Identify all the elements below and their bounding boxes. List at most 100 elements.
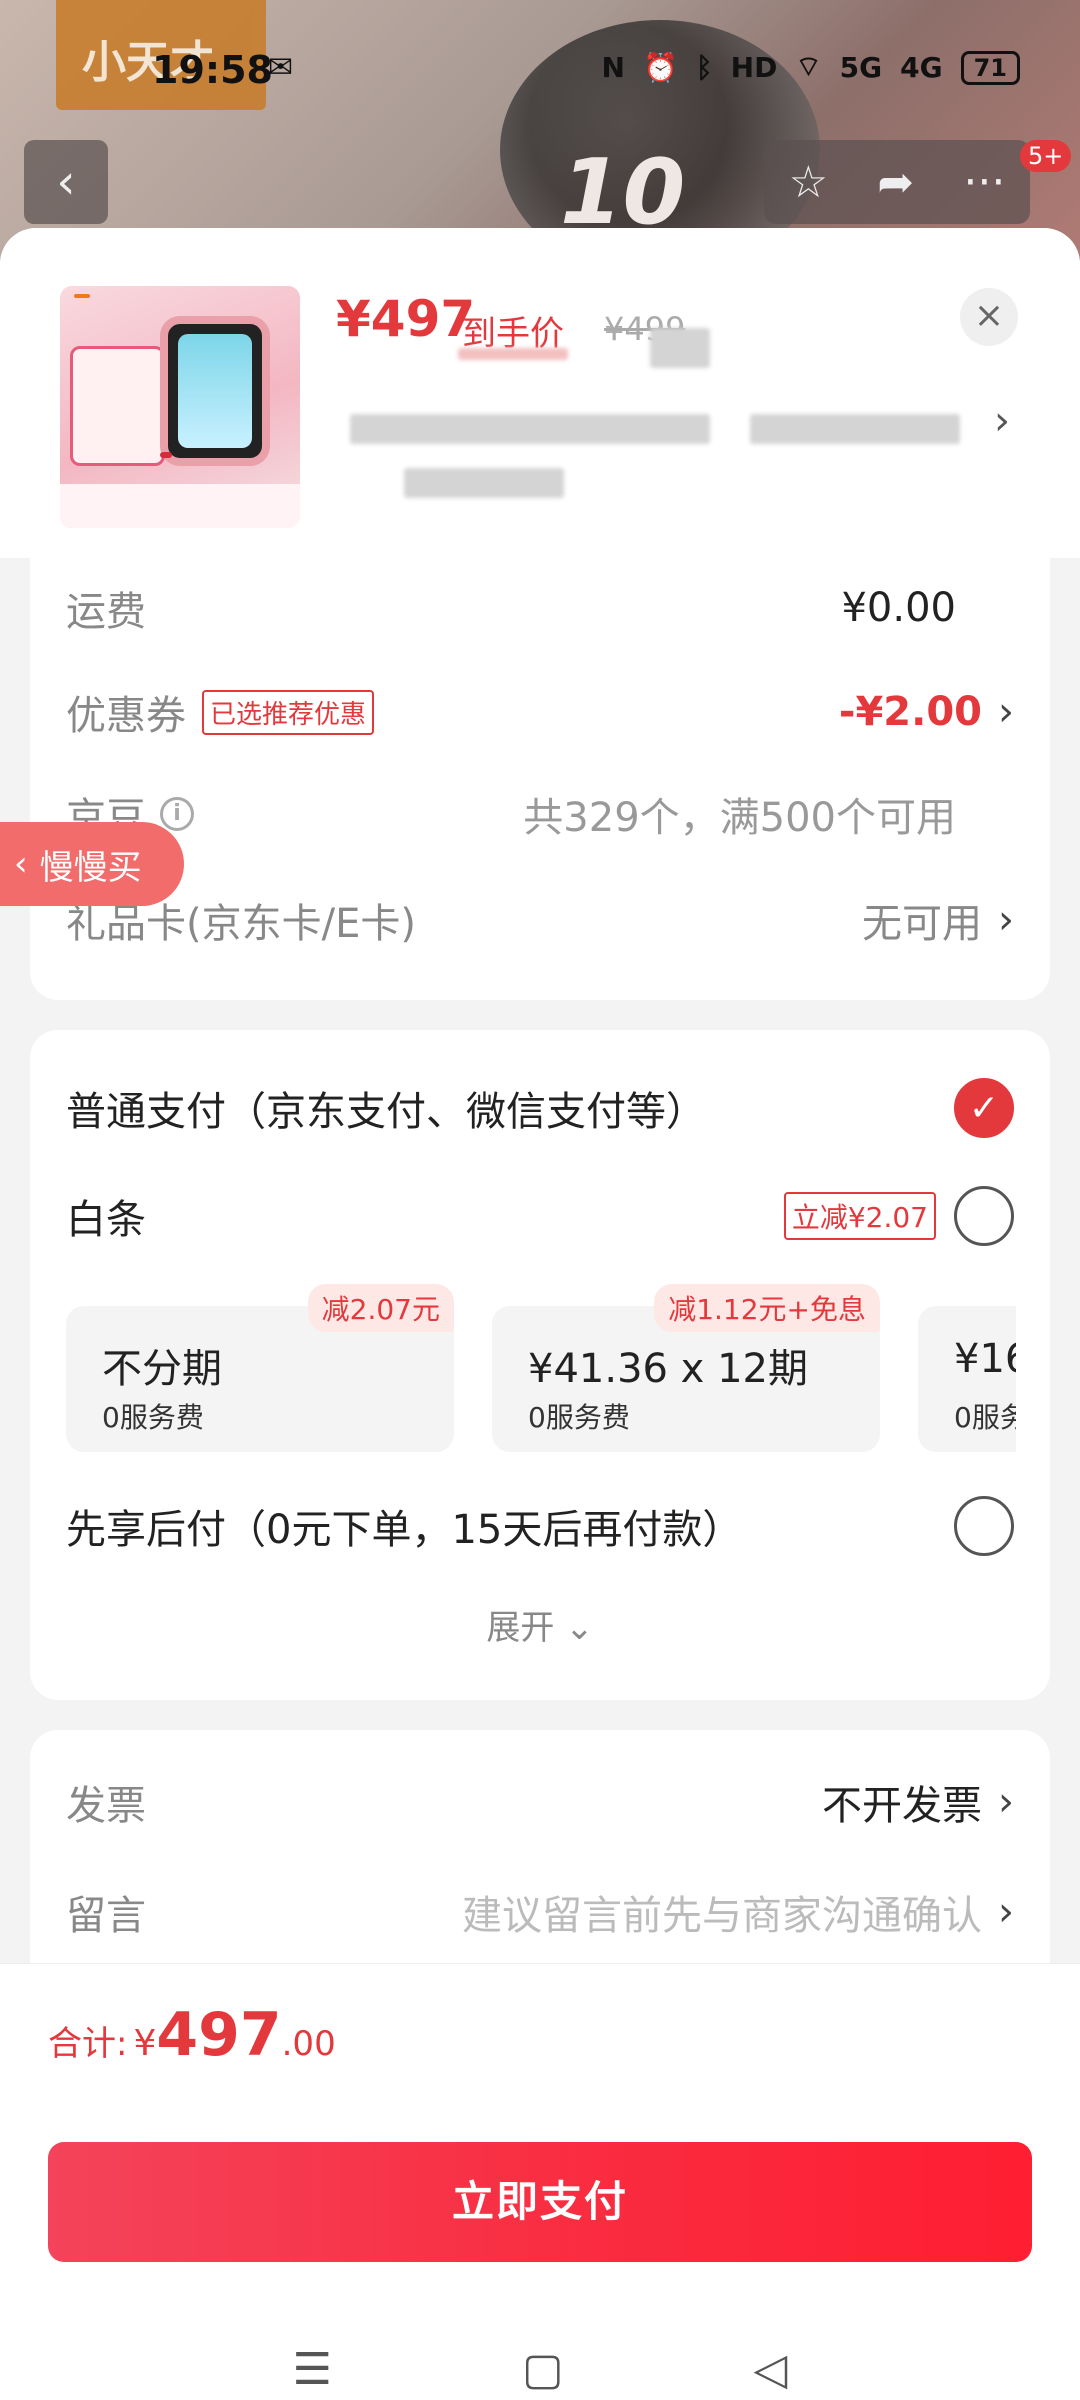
- wifi-icon: ⌔: [795, 50, 822, 83]
- status-bar: 19:58 ✉ N ⏰ ᛒ HD ⌔ 5G 4G 71: [0, 0, 1080, 136]
- baitiao-radio[interactable]: [954, 1186, 1014, 1246]
- order-total: 合计: ¥ 497 .00: [48, 2000, 336, 2070]
- total-currency: ¥: [133, 2023, 157, 2064]
- chevron-right-icon: ›: [998, 897, 1014, 943]
- alarm-icon: ⏰: [642, 51, 678, 84]
- info-icon[interactable]: i: [160, 797, 194, 831]
- shipping-value: ¥0.00: [841, 585, 956, 631]
- slow-buy-button[interactable]: ‹ 慢慢买: [0, 822, 184, 906]
- installment-plans: 减2.07元 不分期 0服务费 减1.12元+免息 ¥41.36 x 12期 0…: [66, 1284, 1016, 1454]
- checkout-bar: 合计: ¥ 497 .00 立即支付 ☰ ▢ ◁: [0, 1963, 1080, 2400]
- chevron-left-icon: ‹: [56, 154, 76, 210]
- back-icon[interactable]: ◁: [754, 2344, 788, 2395]
- system-navigation: ☰ ▢ ◁: [0, 2344, 1080, 2395]
- pay-now-button[interactable]: 立即支付: [48, 2142, 1032, 2262]
- jd-beans-value: 共329个，满500个可用: [523, 795, 956, 841]
- installment-plan[interactable]: 减2.07元 不分期 0服务费: [66, 1284, 454, 1452]
- blurred-text: [404, 468, 564, 498]
- shipping-label: 运费: [66, 589, 146, 635]
- pay-later-option[interactable]: 先享后付（0元下单，15天后再付款）: [66, 1494, 1014, 1558]
- blurred-text: [650, 328, 710, 368]
- check-icon[interactable]: ✓: [954, 1078, 1014, 1138]
- note-row[interactable]: 留言 建议留言前先与商家沟通确认 ›: [66, 1882, 1014, 1942]
- close-icon: ×: [973, 295, 1005, 336]
- blurred-text: [750, 414, 960, 444]
- status-icons: N ⏰ ᛒ HD ⌔ 5G 4G 71: [602, 50, 1020, 85]
- chevron-right-icon: ›: [998, 1889, 1014, 1935]
- pay-later-radio[interactable]: [954, 1496, 1014, 1556]
- slow-buy-label: 慢慢买: [39, 847, 142, 888]
- signal-4g-icon: 4G: [900, 51, 943, 84]
- invoice-label: 发票: [66, 1783, 146, 1829]
- product-price: ¥497: [336, 290, 476, 348]
- signal-5g-icon: 5G: [839, 51, 883, 84]
- status-time: 19:58: [152, 48, 273, 92]
- back-button[interactable]: ‹: [24, 140, 108, 224]
- plan-fee: 0服务费: [954, 1401, 1016, 1434]
- coupon-value: -¥2.00: [838, 689, 982, 735]
- plan-fee: 0服务费: [102, 1401, 204, 1434]
- message-badge: 5+: [1020, 140, 1072, 172]
- plan-title: ¥41.36 x 12期: [528, 1346, 808, 1392]
- plan-title: ¥16: [954, 1336, 1016, 1382]
- jd-beans-row: 京豆 i 共329个，满500个可用: [66, 784, 1014, 844]
- total-label: 合计:: [48, 2024, 128, 2064]
- baitiao-option[interactable]: 白条 立减¥2.07: [66, 1184, 1014, 1248]
- chevron-right-icon: ›: [998, 1779, 1014, 1825]
- invoice-value: 不开发票: [822, 1783, 982, 1829]
- blurred-text: [350, 414, 710, 444]
- payment-card: 普通支付（京东支付、微信支付等） ✓ 白条 立减¥2.07 减2.07元 不分期…: [30, 1030, 1050, 1700]
- installment-plan[interactable]: 减1.12元+免息 ¥41.36 x 12期 0服务费: [492, 1284, 880, 1452]
- plan-badge: 减1.12元+免息: [654, 1284, 880, 1332]
- blurred-text: [458, 348, 568, 360]
- hd-icon: HD: [730, 51, 778, 84]
- thumb-watch: [160, 316, 270, 466]
- baitiao-discount-tag: 立减¥2.07: [783, 1192, 936, 1240]
- chevron-left-icon: ‹: [14, 844, 28, 884]
- plan-fee: 0服务费: [528, 1401, 630, 1434]
- baitiao-label: 白条: [66, 1197, 146, 1243]
- thumb-tag: [160, 452, 172, 458]
- coupon-tag: 已选推荐优惠: [202, 689, 375, 735]
- chevron-right-icon[interactable]: ›: [994, 398, 1010, 444]
- pay-later-label: 先享后付（0元下单，15天后再付款）: [66, 1507, 743, 1553]
- total-integer: 497: [156, 2000, 282, 2070]
- battery-icon: 71: [960, 50, 1020, 85]
- installment-plan[interactable]: ¥16 0服务费: [918, 1306, 1016, 1452]
- gift-card-row[interactable]: 礼品卡(京东卡/E卡) 无可用 ›: [66, 890, 1014, 950]
- product-thumbnail[interactable]: [60, 286, 300, 528]
- wechat-icon: ✉: [268, 50, 294, 85]
- normal-payment-option[interactable]: 普通支付（京东支付、微信支付等） ✓: [66, 1076, 1014, 1140]
- page-actions: ☆ ➦ ···: [764, 140, 1030, 224]
- coupon-label: 优惠券: [66, 693, 186, 739]
- thumb-gift-strip: [60, 484, 300, 528]
- plan-badge: 减2.07元: [307, 1284, 454, 1332]
- expand-label: 展开: [486, 1608, 555, 1648]
- note-label: 留言: [66, 1893, 146, 1939]
- expand-button[interactable]: 展开 ⌄: [30, 1600, 1050, 1649]
- coupon-row[interactable]: 优惠券 已选推荐优惠 -¥2.00 ›: [66, 682, 1014, 742]
- chevron-down-icon: ⌄: [565, 1608, 594, 1648]
- nfc-icon: N: [601, 51, 625, 84]
- product-header: ¥497 到手价 ¥499 × ›: [0, 228, 1080, 558]
- bluetooth-icon: ᛒ: [695, 51, 713, 84]
- normal-payment-label: 普通支付（京东支付、微信支付等）: [66, 1089, 706, 1135]
- chevron-right-icon: ›: [998, 689, 1014, 735]
- checkout-sheet: ¥497 到手价 ¥499 × › 运费 ¥0.00 优惠券 已选推荐优惠 -¥…: [0, 228, 1080, 2400]
- gift-card-value: 无可用: [862, 901, 982, 947]
- share-icon[interactable]: ➦: [877, 157, 914, 208]
- close-button[interactable]: ×: [960, 288, 1018, 346]
- total-decimal: .00: [281, 2024, 336, 2064]
- shipping-row: 运费 ¥0.00: [66, 578, 1014, 638]
- star-icon[interactable]: ☆: [789, 157, 828, 208]
- fee-card: 运费 ¥0.00 优惠券 已选推荐优惠 -¥2.00 › 京豆 i 共329个，…: [30, 558, 1050, 1000]
- invoice-card: 发票 不开发票 › 留言 建议留言前先与商家沟通确认 ›: [30, 1730, 1050, 1990]
- thumb-brand: [74, 294, 90, 298]
- home-icon[interactable]: ▢: [522, 2344, 564, 2395]
- invoice-row[interactable]: 发票 不开发票 ›: [66, 1772, 1014, 1832]
- menu-icon[interactable]: ☰: [293, 2344, 332, 2395]
- more-icon[interactable]: ···: [963, 157, 1005, 208]
- thumb-price-card: [70, 346, 165, 466]
- note-input[interactable]: 建议留言前先与商家沟通确认: [462, 1883, 982, 1941]
- plan-title: 不分期: [102, 1346, 222, 1392]
